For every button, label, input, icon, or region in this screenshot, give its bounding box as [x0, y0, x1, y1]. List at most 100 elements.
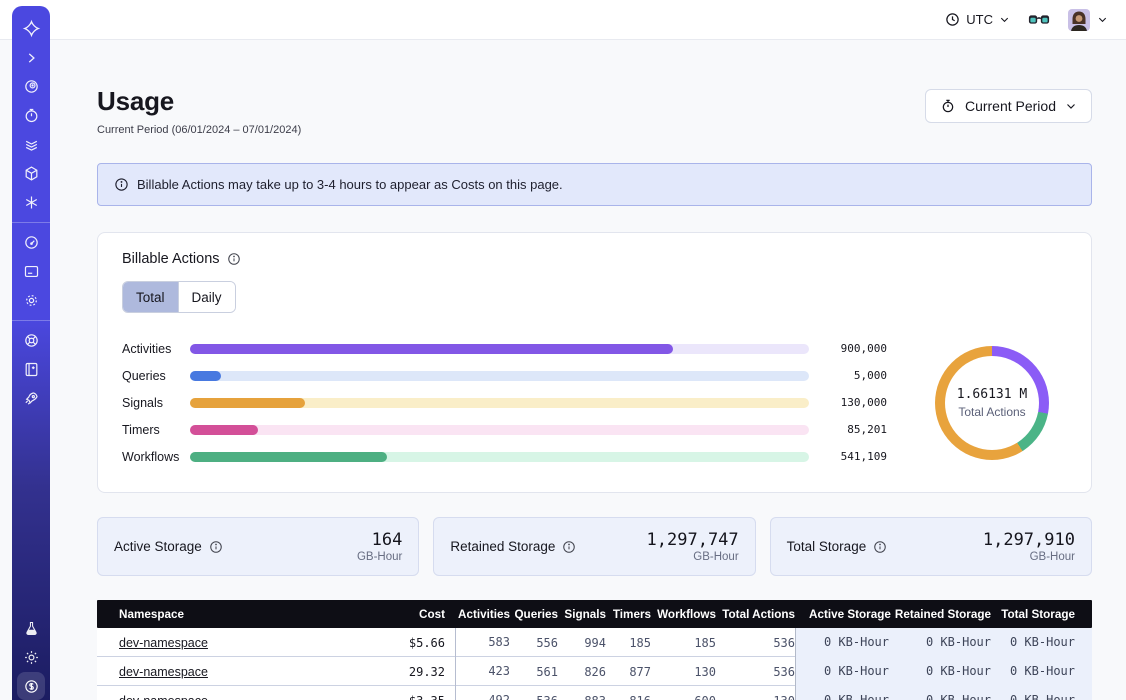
- gauge-icon: [23, 234, 40, 251]
- total-actions-cell: 536: [716, 636, 795, 650]
- retained-storage-cell: 0 KB-Hour: [889, 686, 991, 700]
- bar-value: 5,000: [827, 369, 887, 382]
- bar-value: 130,000: [827, 396, 887, 409]
- retained-storage-value: 1,297,747: [647, 530, 739, 550]
- asterisk-icon: [23, 194, 40, 211]
- cube-icon: [23, 165, 40, 182]
- namespace-usage-table: Namespace Cost Activities Queries Signal…: [97, 600, 1092, 700]
- bar-row-signals: Signals 130,000: [122, 389, 887, 416]
- billable-actions-title: Billable Actions: [122, 251, 220, 267]
- browser-card-icon: [23, 263, 40, 280]
- sidebar-item-nexus[interactable]: [12, 188, 50, 217]
- donut-total-value: 1.66131 M: [957, 387, 1027, 402]
- bar-label: Activities: [122, 342, 190, 356]
- sidebar-item-settings[interactable]: [12, 286, 50, 315]
- expand-sidebar-button[interactable]: [12, 43, 50, 72]
- total-actions-cell: 130: [716, 694, 795, 700]
- spiral-target-icon: [23, 78, 40, 95]
- sidebar-divider: [12, 222, 50, 223]
- sidebar-item-labs[interactable]: [12, 614, 50, 643]
- bar-row-activities: Activities 900,000: [122, 335, 887, 362]
- bar-value: 541,109: [827, 450, 887, 463]
- chart-mode-tabs: Total Daily: [122, 281, 236, 313]
- sidebar-item-theme[interactable]: [12, 643, 50, 672]
- active-storage-cell: 0 KB-Hour: [809, 657, 889, 686]
- sidebar-item-schedules[interactable]: [12, 101, 50, 130]
- bar-fill: [190, 371, 221, 381]
- demo-glasses-button[interactable]: [1028, 12, 1050, 28]
- cost-cell: $3.35: [333, 694, 455, 700]
- total-storage-label: Total Storage: [787, 539, 867, 554]
- tab-daily[interactable]: Daily: [178, 282, 235, 312]
- bar-track: [190, 452, 809, 462]
- retained-storage-cell: 0 KB-Hour: [889, 628, 991, 657]
- namespace-link[interactable]: dev-namespace: [119, 636, 208, 650]
- lifebuoy-icon: [23, 332, 40, 349]
- layers-icon: [23, 136, 40, 153]
- active-storage-card: Active Storage 164 GB-Hour: [97, 517, 419, 576]
- bar-fill: [190, 425, 258, 435]
- retained-storage-cell: 0 KB-Hour: [889, 657, 991, 686]
- table-row: dev-namespace 29.32 423 561 826 877 130 …: [97, 657, 1092, 686]
- timers-cell: 185: [606, 636, 651, 650]
- bar-value: 85,201: [827, 423, 887, 436]
- total-storage-value: 1,297,910: [983, 530, 1075, 550]
- bar-label: Timers: [122, 423, 190, 437]
- chevron-down-icon: [1065, 100, 1077, 112]
- sidebar-item-support[interactable]: [12, 326, 50, 355]
- bar-value: 900,000: [827, 342, 887, 355]
- sidebar-item-billing-shortcut[interactable]: [17, 672, 45, 700]
- timezone-label: UTC: [966, 12, 993, 27]
- nav-rail: [12, 6, 50, 700]
- timers-cell: 877: [606, 665, 651, 679]
- sidebar-item-task-queues[interactable]: [12, 130, 50, 159]
- signals-cell: 994: [558, 636, 606, 650]
- col-header-total-storage: Total Storage: [991, 608, 1092, 621]
- activities-cell: 423: [455, 657, 510, 686]
- sidebar-item-usage[interactable]: [12, 228, 50, 257]
- bar-row-workflows: Workflows 541,109: [122, 443, 887, 470]
- bar-label: Workflows: [122, 450, 190, 464]
- bar-track: [190, 398, 809, 408]
- info-icon[interactable]: [562, 540, 576, 554]
- page-subtitle: Current Period (06/01/2024 – 07/01/2024): [97, 124, 1092, 136]
- billable-actions-card: Billable Actions Total Daily Activities …: [97, 232, 1092, 493]
- info-icon[interactable]: [209, 540, 223, 554]
- tab-total[interactable]: Total: [123, 282, 178, 312]
- total-storage-cell: 0 KB-Hour: [991, 657, 1092, 686]
- signals-cell: 883: [558, 694, 606, 700]
- active-storage-cell: 0 KB-Hour: [809, 628, 889, 657]
- info-icon[interactable]: [227, 252, 241, 266]
- namespace-link[interactable]: dev-namespace: [119, 694, 208, 700]
- bar-fill: [190, 452, 387, 462]
- gear-icon: [23, 292, 40, 309]
- user-menu[interactable]: [1068, 9, 1108, 31]
- sidebar-item-docs[interactable]: [12, 355, 50, 384]
- clock-icon: [945, 12, 960, 27]
- sun-icon: [23, 649, 40, 666]
- sidebar-item-getting-started[interactable]: [12, 384, 50, 413]
- active-storage-label: Active Storage: [114, 539, 202, 554]
- table-row: dev-namespace $3.35 492 536 883 816 600 …: [97, 686, 1092, 700]
- storage-summary-row: Active Storage 164 GB-Hour Retained Stor…: [97, 517, 1092, 576]
- period-selector-button[interactable]: Current Period: [925, 89, 1092, 123]
- col-header-workflows: Workflows: [651, 608, 716, 621]
- timer-icon: [23, 107, 40, 124]
- info-banner: Billable Actions may take up to 3-4 hour…: [97, 163, 1092, 206]
- book-icon: [23, 361, 40, 378]
- timezone-picker[interactable]: UTC: [945, 12, 1010, 27]
- col-header-cost: Cost: [333, 608, 455, 621]
- retained-storage-unit: GB-Hour: [647, 551, 739, 563]
- namespace-link[interactable]: dev-namespace: [119, 665, 208, 679]
- table-row: dev-namespace $5.66 583 556 994 185 185 …: [97, 628, 1092, 657]
- temporal-logo-icon[interactable]: [12, 14, 50, 43]
- cost-cell: 29.32: [333, 665, 455, 679]
- chevron-right-icon: [24, 51, 38, 65]
- sidebar-item-billing[interactable]: [12, 257, 50, 286]
- sidebar-item-namespaces[interactable]: [12, 72, 50, 101]
- sidebar-item-deployments[interactable]: [12, 159, 50, 188]
- info-icon[interactable]: [873, 540, 887, 554]
- total-actions-cell: 536: [716, 665, 795, 679]
- bar-label: Signals: [122, 396, 190, 410]
- retained-storage-card: Retained Storage 1,297,747 GB-Hour: [433, 517, 755, 576]
